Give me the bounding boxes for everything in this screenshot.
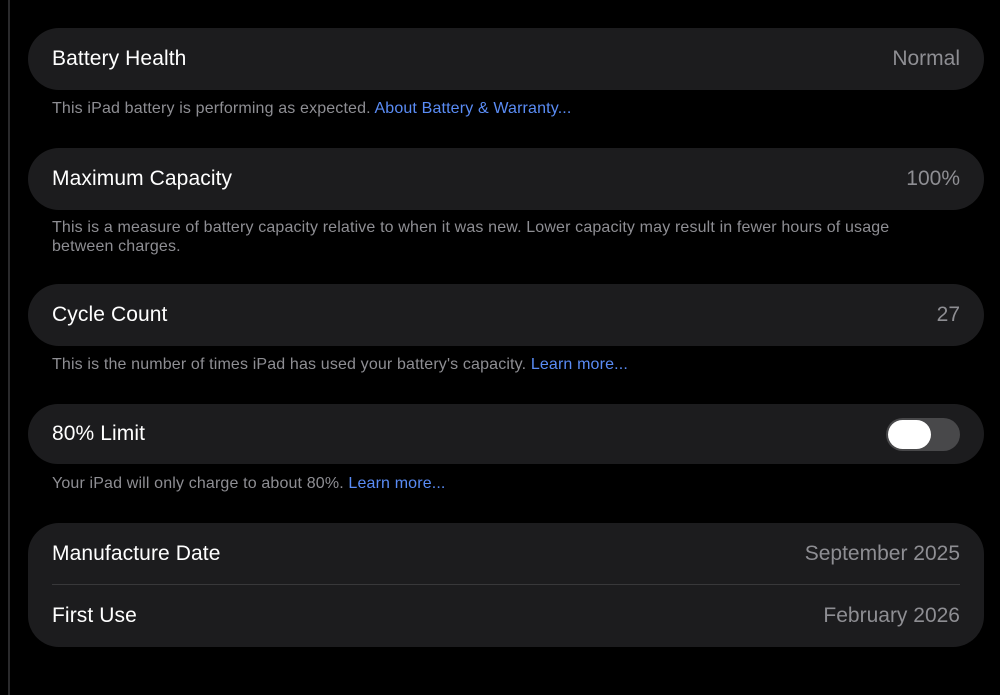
limit-80-label: 80% Limit xyxy=(52,422,146,445)
limit-80-footnote-text: Your iPad will only charge to about 80%. xyxy=(52,475,349,492)
maximum-capacity-card: Maximum Capacity 100% xyxy=(28,148,984,210)
battery-health-label: Battery Health xyxy=(52,47,187,70)
limit-80-footnote: Your iPad will only charge to about 80%.… xyxy=(52,474,912,493)
manufacture-date-value: September 2025 xyxy=(804,542,960,565)
cycle-count-footnote: This is the number of times iPad has use… xyxy=(52,355,912,374)
limit-80-row: 80% Limit xyxy=(28,404,984,464)
maximum-capacity-value: 100% xyxy=(906,167,960,190)
limit-80-learn-more-link[interactable]: Learn more... xyxy=(348,475,445,492)
cycle-count-label: Cycle Count xyxy=(52,303,168,326)
split-view-divider xyxy=(8,0,10,695)
about-battery-warranty-link[interactable]: About Battery & Warranty... xyxy=(374,100,571,117)
battery-health-footnote-text: This iPad battery is performing as expec… xyxy=(52,100,375,117)
battery-settings-page: Battery Health Normal This iPad battery … xyxy=(0,0,1000,695)
battery-health-value: Normal xyxy=(892,47,960,70)
battery-health-footnote: This iPad battery is performing as expec… xyxy=(52,99,912,118)
maximum-capacity-label: Maximum Capacity xyxy=(52,167,233,190)
dates-card: Manufacture Date September 2025 First Us… xyxy=(28,523,984,647)
maximum-capacity-row: Maximum Capacity 100% xyxy=(28,148,984,210)
battery-health-row: Battery Health Normal xyxy=(28,28,984,90)
cycle-count-value: 27 xyxy=(936,303,960,326)
limit-80-toggle[interactable] xyxy=(886,417,960,451)
cycle-count-row: Cycle Count 27 xyxy=(28,284,984,346)
first-use-value: February 2026 xyxy=(823,604,960,627)
limit-80-card: 80% Limit xyxy=(28,404,984,464)
first-use-label: First Use xyxy=(52,604,137,627)
cycle-count-card: Cycle Count 27 xyxy=(28,284,984,346)
maximum-capacity-footnote: This is a measure of battery capacity re… xyxy=(52,218,912,256)
cycle-count-learn-more-link[interactable]: Learn more... xyxy=(531,356,628,373)
manufacture-date-row: Manufacture Date September 2025 xyxy=(28,523,984,585)
manufacture-date-label: Manufacture Date xyxy=(52,542,221,565)
maximum-capacity-footnote-text: This is a measure of battery capacity re… xyxy=(52,219,890,255)
battery-health-card: Battery Health Normal xyxy=(28,28,984,90)
toggle-knob xyxy=(888,419,931,449)
cycle-count-footnote-text: This is the number of times iPad has use… xyxy=(52,356,531,373)
first-use-row: First Use February 2026 xyxy=(28,585,984,647)
